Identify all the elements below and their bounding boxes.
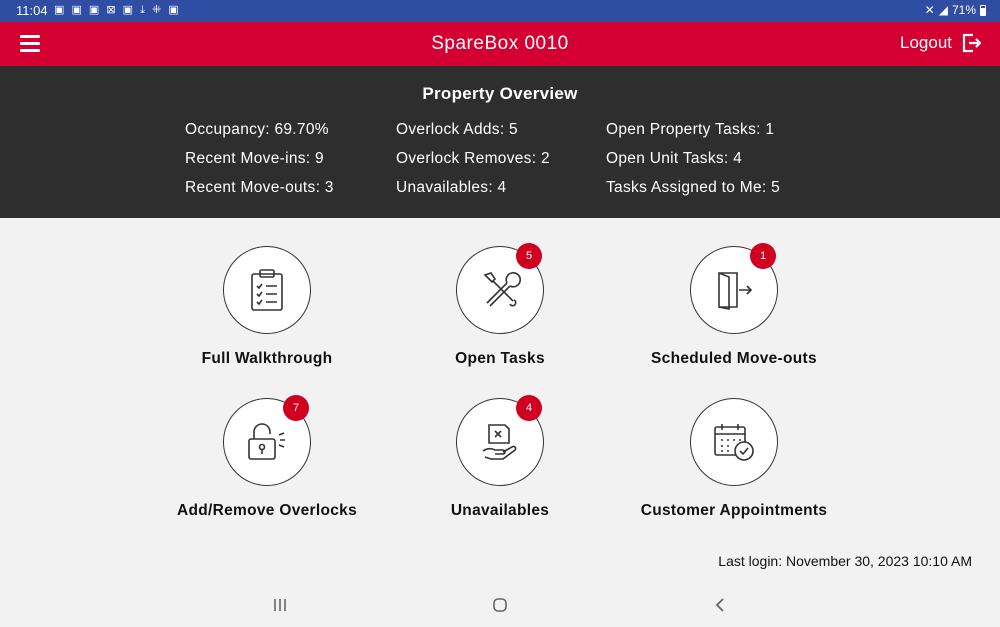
- overview-title: Property Overview: [422, 84, 578, 103]
- stat-open-property-tasks: Open Property Tasks: 1: [606, 121, 775, 138]
- home-button[interactable]: [488, 595, 512, 615]
- stat-overlock-adds: Overlock Adds: 5: [396, 121, 518, 138]
- tile-open-tasks[interactable]: 5 Open Tasks: [370, 243, 630, 386]
- status-time: 11:04: [16, 3, 48, 18]
- wrench-screwdriver-icon: [483, 272, 521, 307]
- tile-label: Unavailables: [450, 502, 550, 519]
- tile-badge: 4: [516, 395, 542, 421]
- tile-badge: 7: [283, 395, 309, 421]
- tile-add-remove-overlocks[interactable]: 7 Add/Remove Overlocks: [137, 395, 397, 538]
- stat-occupancy: Occupancy: 69.70%: [185, 121, 329, 138]
- hand-box-x-icon: [482, 424, 517, 460]
- battery-percent: 71%: [951, 3, 976, 17]
- tile-customer-appointments[interactable]: Customer Appointments: [604, 398, 864, 538]
- tile-scheduled-move-outs[interactable]: 1 Scheduled Move-outs: [604, 243, 864, 386]
- tile-badge: 5: [516, 243, 542, 269]
- stat-recent-move-outs: Recent Move-outs: 3: [185, 179, 334, 196]
- notification-icons: ▣ ▣ ▣ ⊠ ▣ ⤓ ⁜ ▣: [54, 4, 181, 16]
- mute-icon: ✕: [924, 3, 935, 17]
- tile-badge: 1: [750, 243, 776, 269]
- stat-overlock-removes: Overlock Removes: 2: [396, 150, 550, 167]
- stat-unavailables: Unavailables: 4: [396, 179, 507, 196]
- signal-icon: ◢: [938, 3, 948, 17]
- tile-label: Open Tasks: [455, 350, 545, 367]
- tile-label: Full Walkthrough: [201, 350, 333, 367]
- app-bar: SpareBox 0010 Logout: [0, 22, 1000, 66]
- status-bar: 11:04 ▣ ▣ ▣ ⊠ ▣ ⤓ ⁜ ▣ ✕ ◢ 71%: [0, 0, 1000, 22]
- home-icon: [493, 598, 507, 612]
- tile-label: Customer Appointments: [640, 502, 828, 519]
- door-exit-icon: [718, 272, 753, 310]
- property-overview-panel: Property Overview Occupancy: 69.70% Rece…: [0, 66, 1000, 218]
- tile-unavailables[interactable]: 4 Unavailables: [370, 395, 630, 538]
- status-right: ✕ ◢ 71%: [925, 3, 986, 17]
- last-login-text: Last login: November 30, 2023 10:10 AM: [718, 553, 972, 569]
- back-icon: [715, 598, 724, 612]
- app-title: SpareBox 0010: [431, 33, 569, 54]
- battery-icon: [980, 4, 986, 16]
- stat-tasks-assigned: Tasks Assigned to Me: 5: [606, 179, 781, 196]
- logout-button[interactable]: Logout: [900, 32, 982, 54]
- clipboard-checklist-icon: [251, 269, 283, 311]
- tile-circle: [223, 246, 311, 334]
- back-button[interactable]: [708, 595, 732, 615]
- tile-full-walkthrough[interactable]: Full Walkthrough: [137, 246, 397, 386]
- tile-label: Add/Remove Overlocks: [176, 502, 357, 519]
- logout-icon: [962, 33, 982, 53]
- tile-circle: [690, 398, 778, 486]
- tile-label: Scheduled Move-outs: [651, 350, 817, 367]
- recent-apps-button[interactable]: [268, 595, 292, 615]
- recent-apps-icon: [274, 599, 286, 611]
- padlock-open-icon: [248, 423, 285, 460]
- stat-open-unit-tasks: Open Unit Tasks: 4: [606, 150, 743, 167]
- stat-recent-move-ins: Recent Move-ins: 9: [185, 150, 324, 167]
- system-nav-bar: [0, 585, 1000, 627]
- logout-label: Logout: [900, 33, 952, 52]
- calendar-clock-icon: [714, 424, 754, 461]
